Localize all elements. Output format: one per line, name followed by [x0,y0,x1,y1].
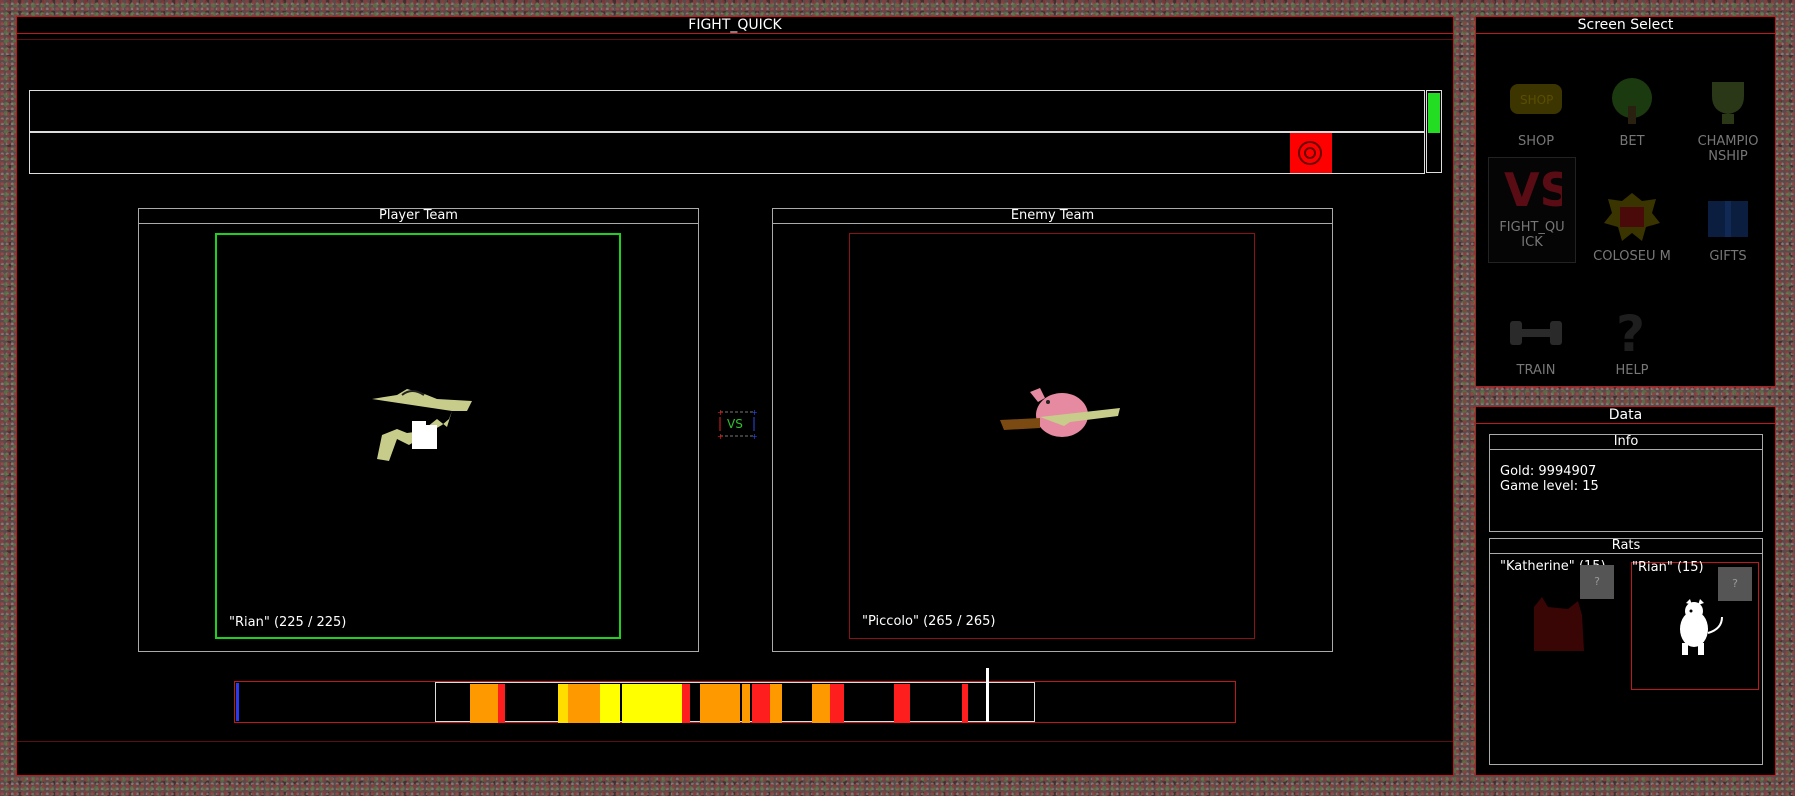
rat-card-katherine[interactable]: "Katherine" (15) ? [1498,559,1626,687]
rat-card-rian[interactable]: "Rian" (15) ? [1631,560,1759,690]
action-segment-orange [470,684,498,723]
page-title: FIGHT_QUICK [17,17,1453,34]
menu-help[interactable]: ? HELP [1589,301,1675,391]
action-segment-orange [812,684,830,723]
rat-katherine-sprite [1534,597,1584,651]
screen-select-title: Screen Select [1476,17,1775,34]
svg-text:SHOP: SHOP [1520,93,1553,107]
action-segment-orange [742,684,750,723]
menu-championship[interactable]: CHAMPIO NSHIP [1685,72,1771,164]
question-mark-icon: ? [1616,305,1645,363]
menu-shop[interactable]: SHOP SHOP [1493,72,1579,162]
money-tree-icon [1612,78,1652,124]
menu-bet[interactable]: BET [1589,72,1675,162]
action-segment-red [894,684,910,723]
divider [17,741,1453,742]
enemy-fighter-label: "Piccolo" (265 / 265) [862,614,996,629]
player-fighter-label: "Rian" (225 / 225) [229,615,347,630]
rats-title: Rats [1490,539,1762,554]
action-timeline-start [236,683,239,721]
screen-select-panel: Screen Select SHOP SHOP BET CHAMPIO NSHI… [1475,16,1776,387]
svg-text:+: + [717,409,724,417]
rat-help-button[interactable]: ? [1718,567,1752,601]
info-title: Info [1490,435,1762,450]
gold-amount: Gold: 9994907 [1500,464,1597,479]
timer-gauge [1426,90,1442,173]
action-segment-red [498,684,505,723]
divider [17,39,1453,40]
menu-colosseum[interactable]: COLOSEU M [1589,187,1675,277]
action-segment-yellow [600,684,620,723]
fight-panel: FIGHT_QUICK Player Team "Rian" (225 / 22… [16,16,1454,776]
data-panel: Data Info Gold: 9994907 Game level: 15 R… [1475,406,1776,776]
menu-train[interactable]: TRAIN [1493,301,1579,391]
timer-gauge-fill [1428,93,1440,133]
action-segment-red [682,684,690,723]
enemy-team-title: Enemy Team [773,209,1332,224]
action-segment-yellow [622,684,682,723]
data-panel-title: Data [1476,407,1775,424]
player-team-panel: Player Team "Rian" (225 / 225) [138,208,699,652]
player-team-title: Player Team [139,209,698,224]
action-segment-red [752,684,770,723]
svg-text:+: + [751,432,758,439]
colosseum-icon [1604,193,1660,241]
rats-box: Rats "Katherine" (15) ? "Rian" (15) ? [1489,538,1763,765]
player-timeline-track [29,90,1425,132]
vs-badge: + + + + VS [717,409,759,439]
action-segment-yellow [558,684,568,723]
trophy-icon [1712,82,1744,124]
action-segment-red [962,684,968,723]
dumbbell-icon [1510,321,1562,345]
svg-text:?: ? [1616,305,1645,357]
rat-icon [1298,141,1322,165]
enemy-timeline-track [29,132,1425,174]
action-window [435,682,1035,723]
action-timeline[interactable] [234,668,1236,723]
svg-text:+: + [751,409,758,417]
vs-icon: VS [1504,163,1573,217]
svg-text:VS: VS [1504,163,1562,214]
enemy-team-panel: Enemy Team "Piccolo" (265 / 265) [772,208,1333,652]
info-box: Info Gold: 9994907 Game level: 15 [1489,434,1763,532]
shop-sign-icon: SHOP [1510,84,1562,114]
enemy-rat-sprite [1000,388,1120,437]
vs-label: VS [727,417,743,431]
enemy-timeline-marker [1290,133,1332,173]
svg-text:+: + [717,432,724,439]
menu-fight-quick[interactable]: VS FIGHT_QU ICK [1488,157,1576,263]
player-rat-sprite [372,389,472,461]
rat-rian-sprite [1680,599,1723,655]
menu-gifts[interactable]: GIFTS [1685,187,1771,277]
action-segment-orange [568,684,600,723]
action-segment-orange [770,684,782,723]
action-cursor[interactable] [986,668,989,722]
game-level: Game level: 15 [1500,479,1599,494]
enemy-fighter-card[interactable]: "Piccolo" (265 / 265) [849,233,1255,639]
action-segment-orange [700,684,740,723]
action-segment-red [830,684,844,723]
gift-icon [1708,201,1748,237]
player-fighter-card[interactable]: "Rian" (225 / 225) [215,233,621,639]
rat-name: "Rian" (15) [1632,560,1704,575]
